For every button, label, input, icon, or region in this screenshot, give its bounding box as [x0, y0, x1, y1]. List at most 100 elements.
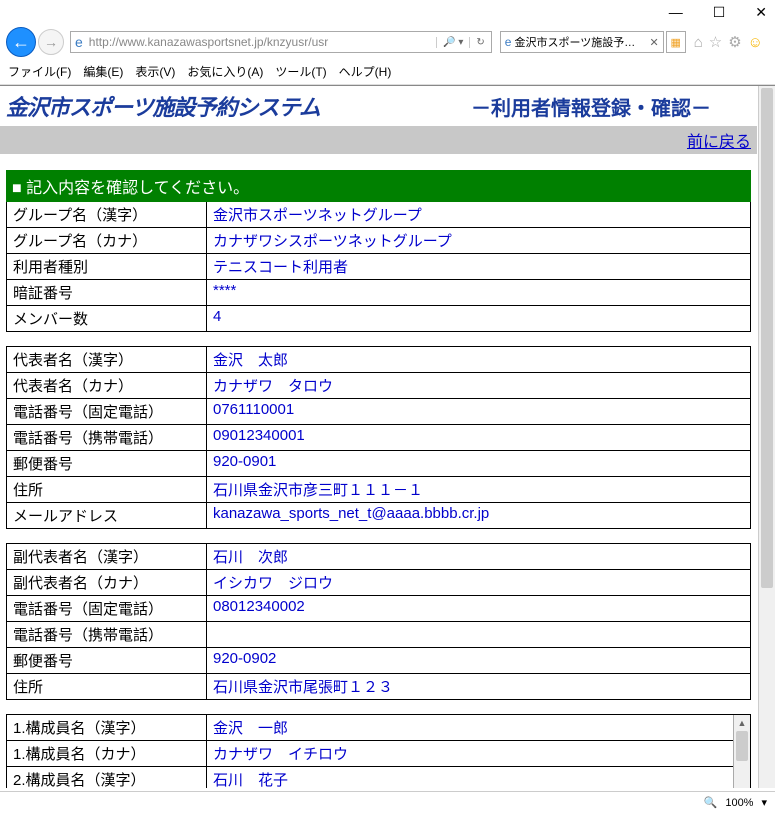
label: 電話番号（携帯電話）	[7, 622, 207, 647]
value: 金沢市スポーツネットグループ	[207, 202, 750, 227]
page-content: 金沢市スポーツ施設予約システム －利用者情報登録・確認－ 前に戻る ■ 記入内容…	[0, 86, 757, 788]
menu-help[interactable]: ヘルプ(H)	[339, 63, 392, 80]
label: 郵便番号	[7, 451, 207, 476]
rep-tel-mobile-row: 電話番号（携帯電話） 09012340001	[7, 424, 750, 450]
ie-page-icon: e	[71, 34, 87, 50]
label: 暗証番号	[7, 280, 207, 305]
rep-name-kana-row: 代表者名（カナ） カナザワ タロウ	[7, 372, 750, 398]
value	[207, 622, 750, 647]
subrep-name-kanji-row: 副代表者名（漢字） 石川 次郎	[7, 544, 750, 569]
address-bar[interactable]: e http://www.kanazawasportsnet.jp/knzyus…	[70, 31, 492, 53]
toolbar-icons: ⌂ ☆ ⚙ ☺	[688, 33, 769, 51]
user-type-row: 利用者種別 テニスコート利用者	[7, 253, 750, 279]
rep-name-kanji-row: 代表者名（漢字） 金沢 太郎	[7, 347, 750, 372]
value: カナザワシスポーツネットグループ	[207, 228, 750, 253]
rep-email-row: メールアドレス kanazawa_sports_net_t@aaaa.bbbb.…	[7, 502, 750, 528]
refresh-icon[interactable]: ↻	[469, 37, 490, 48]
new-tab-button[interactable]: ▦	[666, 31, 686, 53]
value: 09012340001	[207, 425, 750, 450]
menu-edit[interactable]: 編集(E)	[83, 63, 123, 80]
value: テニスコート利用者	[207, 254, 750, 279]
member-row: 1.構成員名（漢字） 金沢 一郎	[7, 715, 733, 740]
subrep-address-row: 住所 石川県金沢市尾張町１２３	[7, 673, 750, 699]
representative-section: 代表者名（漢字） 金沢 太郎 代表者名（カナ） カナザワ タロウ 電話番号（固定…	[6, 346, 751, 529]
maximize-button[interactable]: ☐	[713, 4, 726, 21]
rep-tel-fixed-row: 電話番号（固定電話） 0761110001	[7, 398, 750, 424]
back-button[interactable]: ←	[6, 27, 36, 57]
value: 920-0901	[207, 451, 750, 476]
group-name-kana-row: グループ名（カナ） カナザワシスポーツネットグループ	[7, 227, 750, 253]
label: メンバー数	[7, 306, 207, 331]
tab-close-icon[interactable]: ✕	[647, 36, 658, 49]
menu-bar: ファイル(F) 編集(E) 表示(V) お気に入り(A) ツール(T) ヘルプ(…	[0, 59, 775, 85]
group-section: グループ名（漢字） 金沢市スポーツネットグループ グループ名（カナ） カナザワシ…	[6, 202, 751, 332]
group-name-kanji-row: グループ名（漢字） 金沢市スポーツネットグループ	[7, 202, 750, 227]
label: グループ名（カナ）	[7, 228, 207, 253]
value: 石川県金沢市尾張町１２３	[207, 674, 750, 699]
url-text: http://www.kanazawasportsnet.jp/knzyusr/…	[87, 35, 436, 49]
label: 電話番号（固定電話）	[7, 399, 207, 424]
close-button[interactable]: ✕	[755, 4, 767, 21]
label: 郵便番号	[7, 648, 207, 673]
label: 1.構成員名（漢字）	[7, 715, 207, 740]
label: 代表者名（漢字）	[7, 347, 207, 372]
page-scrollbar[interactable]	[758, 86, 775, 788]
favorites-icon[interactable]: ☆	[709, 33, 722, 51]
value: 08012340002	[207, 596, 750, 621]
value: 4	[207, 306, 750, 331]
subrep-name-kana-row: 副代表者名（カナ） イシカワ ジロウ	[7, 569, 750, 595]
forward-button[interactable]: →	[38, 29, 64, 55]
value: 石川 次郎	[207, 544, 750, 569]
status-bar: 🔍 100% ▾	[0, 791, 775, 813]
scroll-thumb[interactable]	[736, 731, 748, 761]
pin-row: 暗証番号 ****	[7, 279, 750, 305]
zoom-icon[interactable]: 🔍	[704, 796, 718, 809]
members-rows: 1.構成員名（漢字） 金沢 一郎 1.構成員名（カナ） カナザワ イチロウ 2.…	[7, 715, 733, 788]
label: 電話番号（固定電話）	[7, 596, 207, 621]
menu-favorites[interactable]: お気に入り(A)	[187, 63, 263, 80]
home-icon[interactable]: ⌂	[694, 34, 703, 51]
back-link[interactable]: 前に戻る	[687, 134, 751, 151]
member-row: 2.構成員名（漢字） 石川 花子	[7, 766, 733, 788]
value: イシカワ ジロウ	[207, 570, 750, 595]
label: 2.構成員名（漢字）	[7, 767, 207, 788]
confirm-banner: ■ 記入内容を確認してください。	[6, 170, 751, 202]
content-wrapper: 金沢市スポーツ施設予約システム －利用者情報登録・確認－ 前に戻る ■ 記入内容…	[0, 85, 775, 788]
browser-nav-bar: ← → e http://www.kanazawasportsnet.jp/kn…	[0, 25, 775, 59]
value: 石川 花子	[207, 767, 733, 788]
rep-postal-row: 郵便番号 920-0901	[7, 450, 750, 476]
label: 副代表者名（カナ）	[7, 570, 207, 595]
label: 住所	[7, 674, 207, 699]
label: 代表者名（カナ）	[7, 373, 207, 398]
label: 副代表者名（漢字）	[7, 544, 207, 569]
value: 石川県金沢市彦三町１１１－１	[207, 477, 750, 502]
value: 920-0902	[207, 648, 750, 673]
value: kanazawa_sports_net_t@aaaa.bbbb.cr.jp	[207, 503, 750, 528]
value: 0761110001	[207, 399, 750, 424]
subrep-postal-row: 郵便番号 920-0902	[7, 647, 750, 673]
menu-view[interactable]: 表示(V)	[135, 63, 175, 80]
page-title: －利用者情報登録・確認－	[471, 92, 751, 121]
value: カナザワ タロウ	[207, 373, 750, 398]
scroll-thumb[interactable]	[761, 88, 773, 588]
value: カナザワ イチロウ	[207, 741, 733, 766]
tab-title: 金沢市スポーツ施設予約シス...	[514, 34, 644, 50]
value: 金沢 太郎	[207, 347, 750, 372]
label: グループ名（漢字）	[7, 202, 207, 227]
label: 1.構成員名（カナ）	[7, 741, 207, 766]
scroll-up-icon[interactable]: ▲	[734, 715, 750, 731]
zoom-dropdown-icon[interactable]: ▾	[761, 796, 767, 809]
search-dropdown-icon[interactable]: 🔎 ▾	[436, 37, 469, 48]
ie-tab-icon: e	[505, 35, 512, 49]
value: ****	[207, 280, 750, 305]
minimize-button[interactable]: —	[669, 4, 683, 21]
menu-tools[interactable]: ツール(T)	[275, 63, 326, 80]
browser-tab[interactable]: e 金沢市スポーツ施設予約シス... ✕	[500, 31, 664, 53]
rep-address-row: 住所 石川県金沢市彦三町１１１－１	[7, 476, 750, 502]
feedback-icon[interactable]: ☺	[748, 34, 763, 51]
label: 電話番号（携帯電話）	[7, 425, 207, 450]
tools-icon[interactable]: ⚙	[728, 33, 741, 51]
members-scrollbar[interactable]: ▲ ▼	[733, 715, 750, 788]
menu-file[interactable]: ファイル(F)	[8, 63, 71, 80]
tab-strip: e 金沢市スポーツ施設予約シス... ✕ ▦	[500, 31, 686, 53]
